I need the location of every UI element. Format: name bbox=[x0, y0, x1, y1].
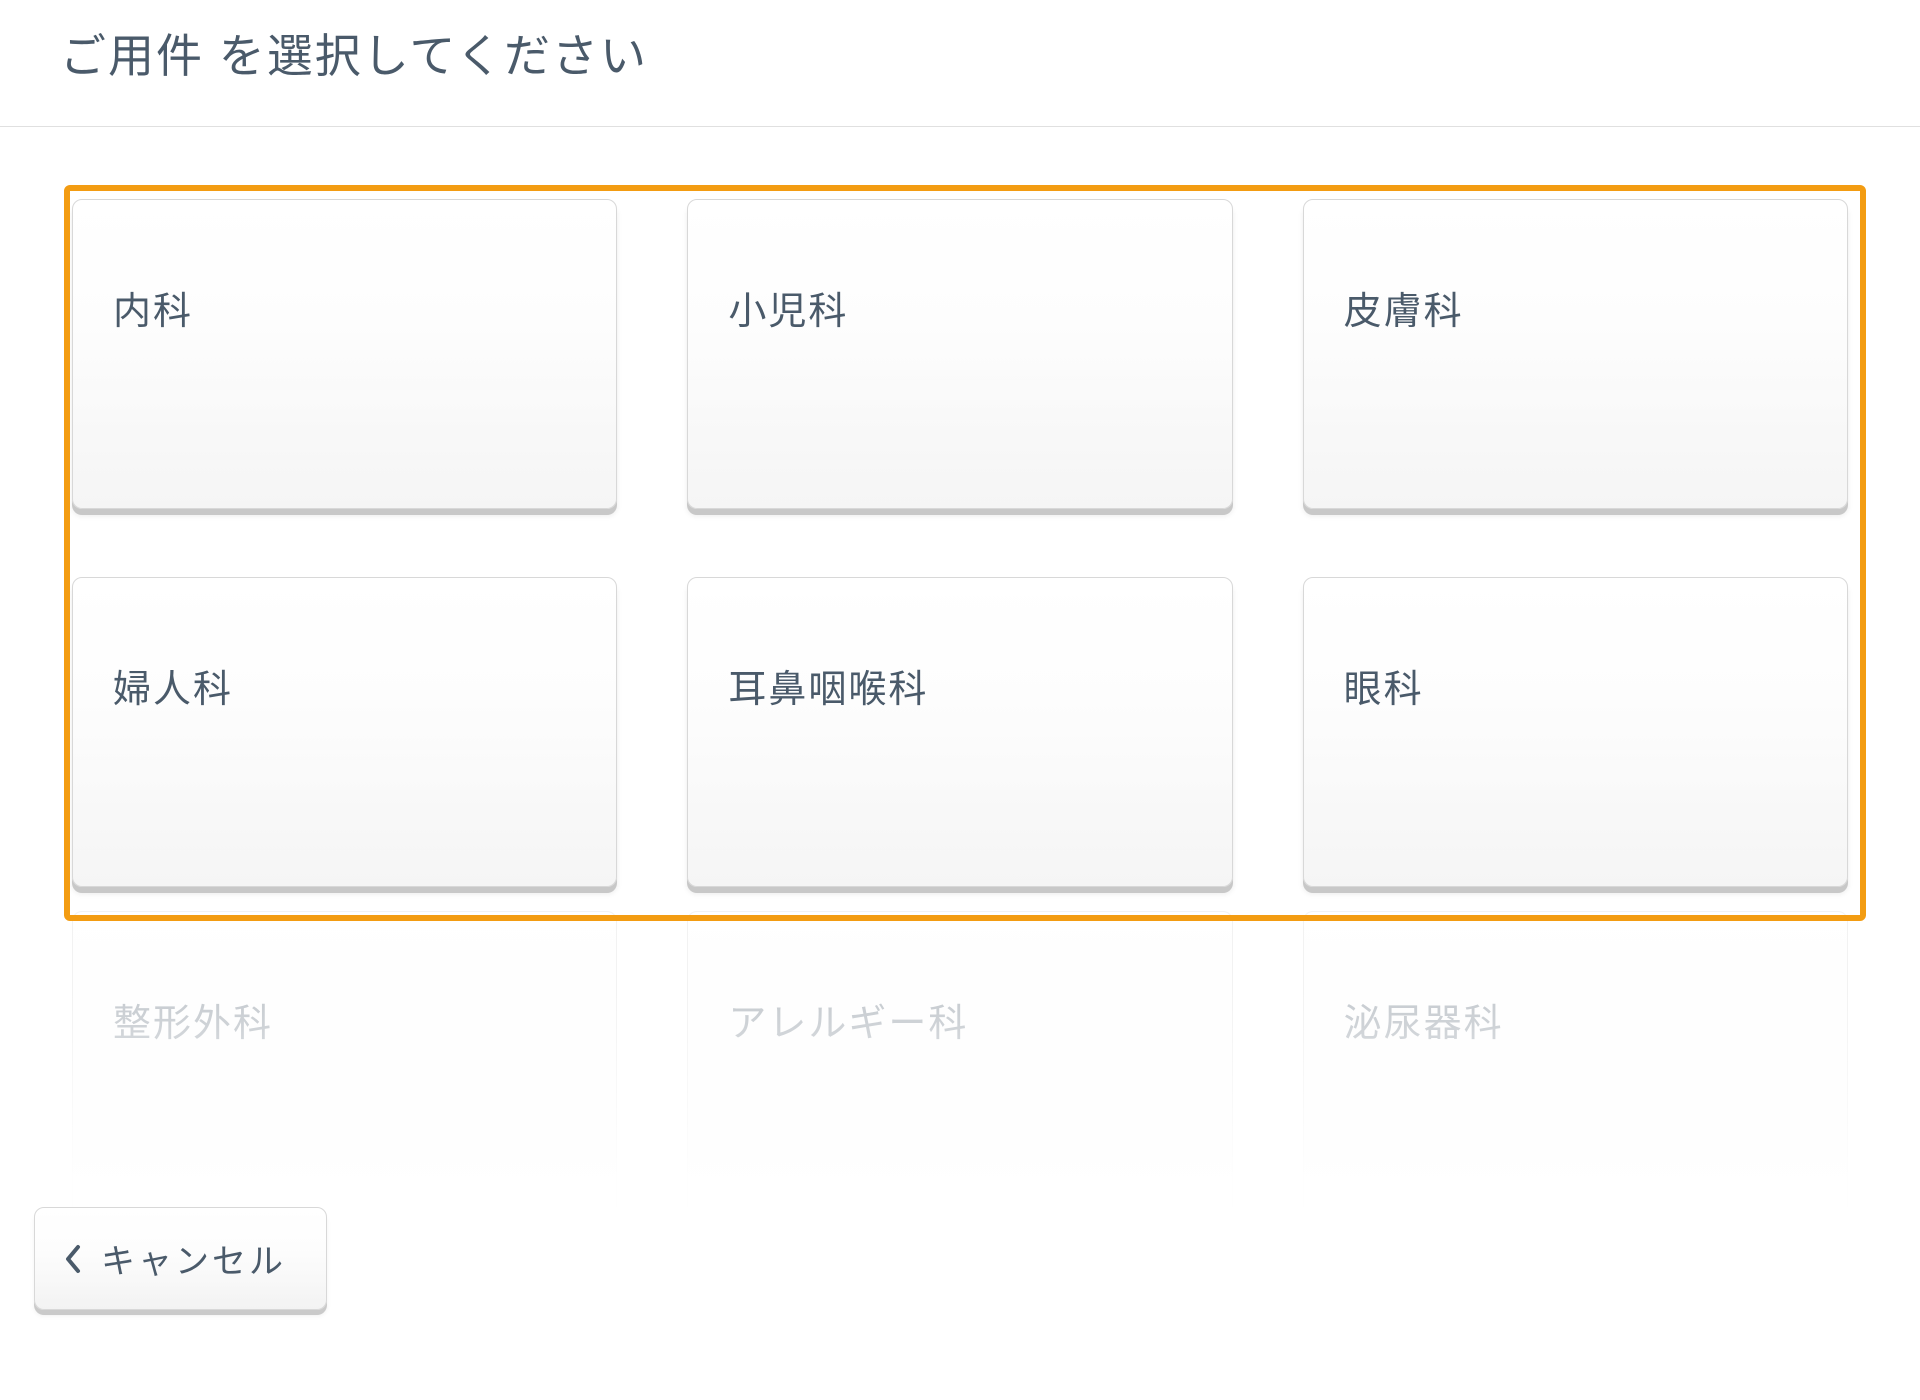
options-scroll-container: 内科 小児科 皮膚科 婦人科 耳鼻咽喉科 眼科 整形外科 アレルギー科 bbox=[60, 187, 1860, 1207]
page-title: ご用件 を選択してください bbox=[60, 20, 1860, 86]
option-label: 眼科 bbox=[1344, 658, 1807, 713]
option-otorhinolaryngology[interactable]: 耳鼻咽喉科 bbox=[687, 577, 1232, 887]
cancel-button-label: キャンセル bbox=[101, 1234, 286, 1283]
option-pediatrics[interactable]: 小児科 bbox=[687, 199, 1232, 509]
header: ご用件 を選択してください bbox=[0, 0, 1920, 127]
option-label: アレルギー科 bbox=[728, 992, 1191, 1047]
chevron-left-icon bbox=[63, 1243, 83, 1275]
option-dermatology[interactable]: 皮膚科 bbox=[1303, 199, 1848, 509]
option-label: 内科 bbox=[113, 280, 576, 335]
option-label: 耳鼻咽喉科 bbox=[728, 658, 1191, 713]
option-ophthalmology[interactable]: 眼科 bbox=[1303, 577, 1848, 887]
option-label: 皮膚科 bbox=[1344, 280, 1807, 335]
main-area: 内科 小児科 皮膚科 婦人科 耳鼻咽喉科 眼科 整形外科 アレルギー科 bbox=[0, 127, 1920, 1207]
option-label: 整形外科 bbox=[113, 992, 576, 1047]
options-grid: 内科 小児科 皮膚科 婦人科 耳鼻咽喉科 眼科 bbox=[60, 187, 1860, 899]
option-label: 婦人科 bbox=[113, 658, 576, 713]
options-grid-row-3: 整形外科 アレルギー科 泌尿器科 bbox=[60, 899, 1860, 1207]
option-gynecology[interactable]: 婦人科 bbox=[72, 577, 617, 887]
option-allergy[interactable]: アレルギー科 bbox=[687, 911, 1232, 1207]
option-urology[interactable]: 泌尿器科 bbox=[1303, 911, 1848, 1207]
option-label: 泌尿器科 bbox=[1344, 992, 1807, 1047]
cancel-bar: キャンセル bbox=[34, 1207, 327, 1310]
option-internal-medicine[interactable]: 内科 bbox=[72, 199, 617, 509]
option-label: 小児科 bbox=[728, 280, 1191, 335]
option-orthopedics[interactable]: 整形外科 bbox=[72, 911, 617, 1207]
cancel-button[interactable]: キャンセル bbox=[34, 1207, 327, 1310]
